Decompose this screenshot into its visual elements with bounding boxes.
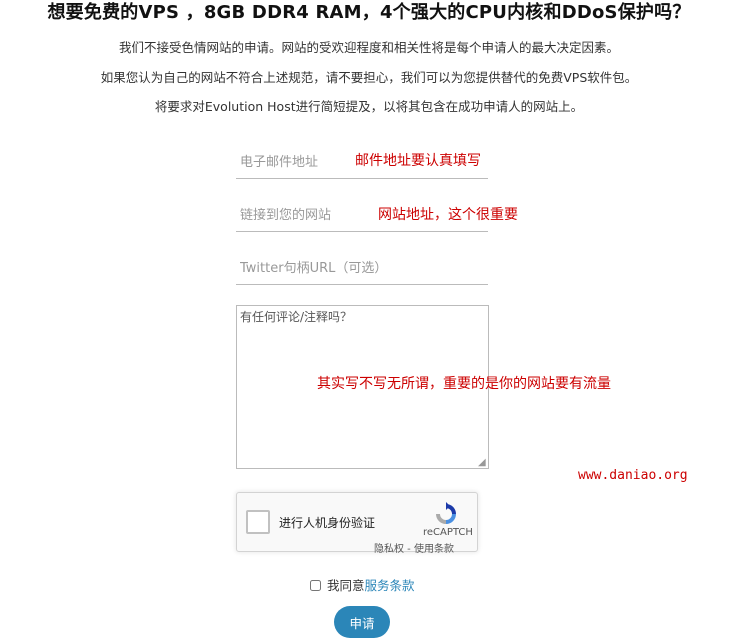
agree-terms-row: 我同意服务条款 bbox=[310, 575, 415, 594]
captcha-checkbox[interactable] bbox=[246, 510, 270, 534]
watermark-url: www.daniao.org bbox=[578, 468, 688, 483]
intro-line-1: 我们不接受色情网站的申请。网站的受欢迎程度和相关性将是每个申请人的最大决定因素。 bbox=[118, 40, 619, 55]
intro-line-2: 如果您认为自己的网站不符合上述规范，请不要担心，我们可以为您提供替代的免费VPS… bbox=[100, 70, 638, 85]
comment-annotation: 其实写不写无所谓，重要的是你的网站要有流量 bbox=[317, 376, 611, 392]
captcha-privacy-link[interactable]: 隐私权 bbox=[374, 544, 404, 555]
recaptcha-logo-icon bbox=[436, 502, 456, 524]
captcha-label: 进行人机身份验证 bbox=[279, 516, 376, 530]
resize-grip-icon[interactable]: ◢ bbox=[478, 458, 488, 468]
captcha-link-separator: - bbox=[404, 544, 414, 555]
url-annotation: 网站地址，这个很重要 bbox=[378, 207, 518, 223]
email-annotation: 邮件地址要认真填写 bbox=[355, 153, 481, 169]
twitter-handle-field[interactable] bbox=[236, 252, 488, 285]
agree-checkbox[interactable] bbox=[310, 580, 321, 591]
page-title: 想要免费的VPS ，8GB DDR4 RAM，4个强大的CPU内核和DDoS保护… bbox=[47, 2, 691, 23]
captcha-terms-link[interactable]: 使用条款 bbox=[414, 544, 454, 555]
agree-label: 我同意 bbox=[327, 578, 365, 593]
recaptcha-brand: reCAPTCH bbox=[423, 527, 473, 538]
captcha-links: 隐私权 - 使用条款 bbox=[374, 540, 454, 555]
recaptcha-widget: 进行人机身份验证 reCAPTCH 隐私权 - 使用条款 bbox=[236, 492, 478, 555]
terms-of-service-link[interactable]: 服务条款 bbox=[365, 578, 415, 593]
intro-line-3: 将要求对Evolution Host进行简短提及，以将其包含在成功申请人的网站上… bbox=[154, 99, 584, 114]
apply-button[interactable]: 申请 bbox=[334, 606, 390, 638]
